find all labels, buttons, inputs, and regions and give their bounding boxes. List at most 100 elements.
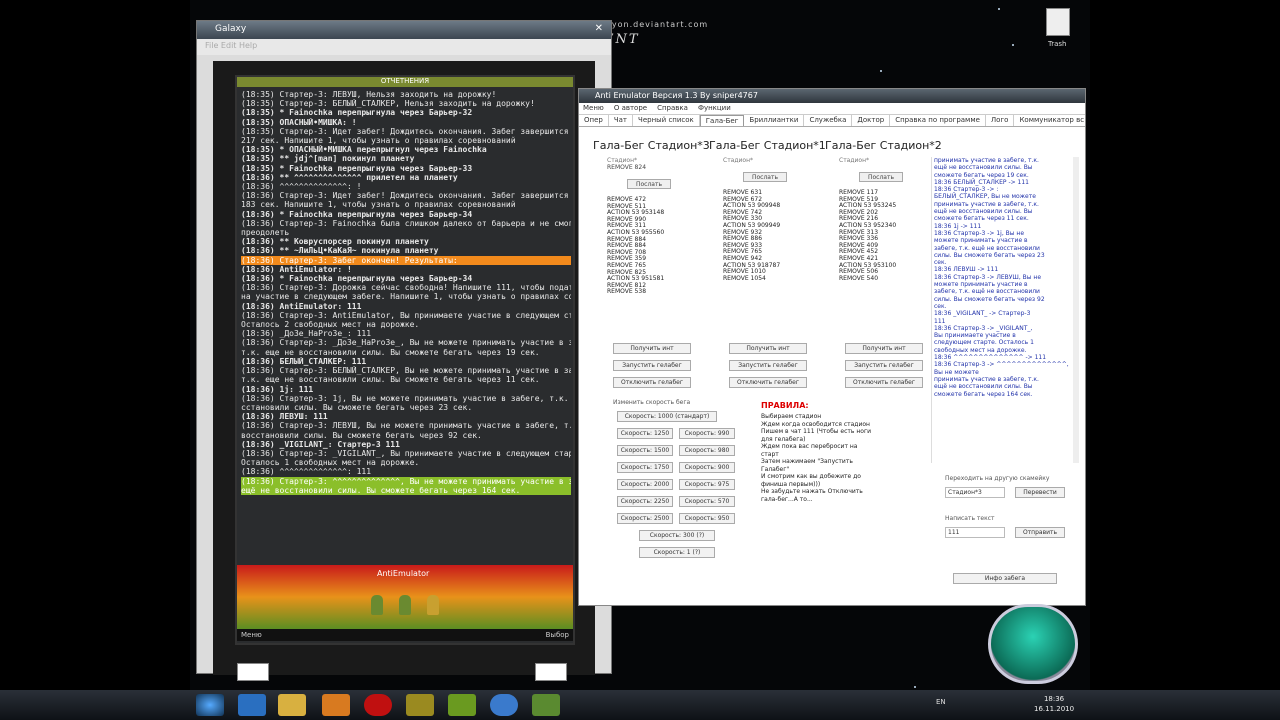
rules-line: Галабег" [761,465,790,473]
speed-default-button[interactable]: Скорость: 1000 (стандарт) [617,411,717,422]
column-action-button[interactable]: Получить инт [845,343,923,354]
media-player-icon[interactable] [322,694,350,716]
menu-item[interactable]: Функции [698,104,731,113]
column-action-button[interactable]: Отключить гелабег [845,377,923,388]
language-indicator[interactable]: EN [936,698,946,706]
speed-button[interactable]: Скорость: 950 [679,513,735,524]
phone-header: ОТЧЕТНЕНИЯ [237,77,573,87]
tab[interactable]: Справка по программе [890,115,986,126]
speed-button[interactable]: Скорость: 1500 [617,445,673,456]
galaxy-titlebar[interactable]: Galaxy ✕ [197,21,611,39]
column-action-button[interactable]: Запустить гелабег [613,360,691,371]
chat-line: (18:35) Стартер-3: Идет забег! Дождитесь… [241,126,571,136]
phone-left-button[interactable] [237,663,269,681]
speed-button[interactable]: Скорость: 1250 [617,428,673,439]
tab[interactable]: Гала-Бег [699,115,745,126]
clock-date: 16.11.2010 [1034,705,1075,713]
game-scene[interactable]: AntiEmulator [237,565,573,629]
remove-value: REMOVE 824 [607,164,647,171]
tab[interactable]: Лого [986,115,1015,126]
app-icon[interactable] [406,694,434,716]
anti-titlebar[interactable]: Anti Emulator Версия 1.3 By sniper4767 [579,89,1085,103]
anti-emulator-task-icon[interactable] [532,694,560,716]
message-input[interactable]: 111 [945,527,1005,538]
menu-item[interactable]: Справка [657,104,688,113]
tab[interactable]: Черный список [633,115,700,126]
chrome-icon[interactable] [490,694,518,716]
speed-button[interactable]: Скорость: 990 [679,428,735,439]
tab[interactable]: Чат [609,115,634,126]
event-log[interactable]: принимать участие в забеге, т.к. ещё не в… [931,157,1073,463]
send-button[interactable]: Послать [627,179,671,189]
folder-icon[interactable] [278,694,306,716]
command-list[interactable]: REMOVE 631 REMOVE 672 ACTION 53 909948 REMO… [723,189,823,282]
log-line: забеге, т.к. ещё не восстановили [934,288,1040,296]
softkey-bar: Меню Выбор [237,629,573,641]
log-line: 18:36 Стартер-3 -> _VIGILANT_, [934,324,1033,332]
speed-button[interactable]: Скорость: 1 (?) [639,547,715,558]
speed-button[interactable]: Скорость: 570 [679,496,735,507]
speed-button[interactable]: Скорость: 975 [679,479,735,490]
tab[interactable]: Коммуникатор вс [1014,115,1085,126]
tab[interactable]: Опер [579,115,609,126]
stadium-label: Стадион* [839,157,870,164]
ie-icon[interactable] [238,694,266,716]
transfer-input[interactable]: Стадион*3 [945,487,1005,498]
log-line: 18:36 Стартер-3 -> 1j, Вы не [934,229,1025,237]
chat-line: (18:35) Стартер-3: БЕЛЫЙ_СТАЛКЕР, Нельзя… [241,99,535,109]
transfer-button[interactable]: Перевести [1015,487,1065,498]
race-info-button[interactable]: Инфо забега [953,573,1057,584]
tab[interactable]: Бриллиантки [744,115,805,126]
log-line: ещё не восстановили силы. Вы [934,164,1033,172]
menu-item[interactable]: Меню [583,104,604,113]
log-line: 18:36 ^^^^^^^^^^^^^^ -> 111 [934,354,1047,362]
star [1012,44,1014,46]
anti-menubar: Меню О авторе Справка Функции [579,103,1085,115]
speed-button[interactable]: Скорость: 900 [679,462,735,473]
trash-icon[interactable] [1046,8,1070,36]
speed-button[interactable]: Скорость: 1750 [617,462,673,473]
log-line: забеге, т.к. ещё не восстановили [934,244,1040,252]
command-list[interactable]: REMOVE 472 REMOVE 511 ACTION 53 953148 REMO… [607,196,707,296]
opera-icon[interactable] [364,694,392,716]
chat-line: (18:36) _До3е_НаPro3е_: 111 [241,329,372,339]
transfer-label: Переходить на другую скамейку [945,475,1050,482]
speed-button[interactable]: Скорость: 2000 [617,479,673,490]
tab[interactable]: Служебка [804,115,853,126]
column-action-button[interactable]: Получить инт [729,343,807,354]
chat-line: восстановили силы. Вы сможете бегать чер… [241,430,482,440]
column-action-button[interactable]: Получить инт [613,343,691,354]
chat-line: (18:36) Стартер-3: _До3е_НаPro3е_, Вы не… [241,338,571,348]
chat-log[interactable]: (18:35) Стартер-3: ЛЕВУШ, Нельзя заходит… [239,88,573,564]
chat-line: (18:36) Стартер-3: БЕЛЫЙ_СТАЛКЕР, Вы не … [241,366,571,376]
chat-line: (18:36) Стартер-3: _VIGILANT_, Вы приним… [241,448,571,458]
send-button[interactable]: Послать [743,172,787,182]
speed-button[interactable]: Скорость: 2250 [617,496,673,507]
softkey-left[interactable]: Меню [241,631,262,639]
galaxy-menu[interactable]: File Edit Help [197,39,611,55]
log-scrollbar[interactable] [1073,157,1079,463]
send-button[interactable]: Послать [859,172,903,182]
speed-button[interactable]: Скорость: 300 (?) [639,530,715,541]
column-action-button[interactable]: Запустить гелабег [845,360,923,371]
menu-item[interactable]: О авторе [614,104,647,113]
galaxy-task-icon[interactable] [448,694,476,716]
speed-button[interactable]: Скорость: 2500 [617,513,673,524]
send-button[interactable]: Отправить [1015,527,1065,538]
rules-line: Пишем в чат 111 (Чтобы есть ноги [761,428,871,435]
column-action-button[interactable]: Запустить гелабег [729,360,807,371]
log-line: следующем старте. Осталось 1 [934,339,1034,347]
taskbar-clock[interactable]: 18:36 16.11.2010 [1034,694,1074,714]
column-action-button[interactable]: Отключить гелабег [613,377,691,388]
close-icon[interactable]: ✕ [595,23,603,34]
start-button[interactable] [196,694,224,716]
softkey-right[interactable]: Выбор [546,631,569,639]
phone-right-button[interactable] [535,663,567,681]
column-action-button[interactable]: Отключить гелабег [729,377,807,388]
tab[interactable]: Доктор [852,115,891,126]
clock-gadget[interactable] [988,604,1078,684]
chat-line: (18:36) ** Ковруспорсер покинул планету [241,237,429,247]
command-list[interactable]: REMOVE 117 REMOVE 519 ACTION 53 953245 REMO… [839,189,939,282]
chat-line: преодолеть [241,228,290,238]
speed-button[interactable]: Скорость: 980 [679,445,735,456]
